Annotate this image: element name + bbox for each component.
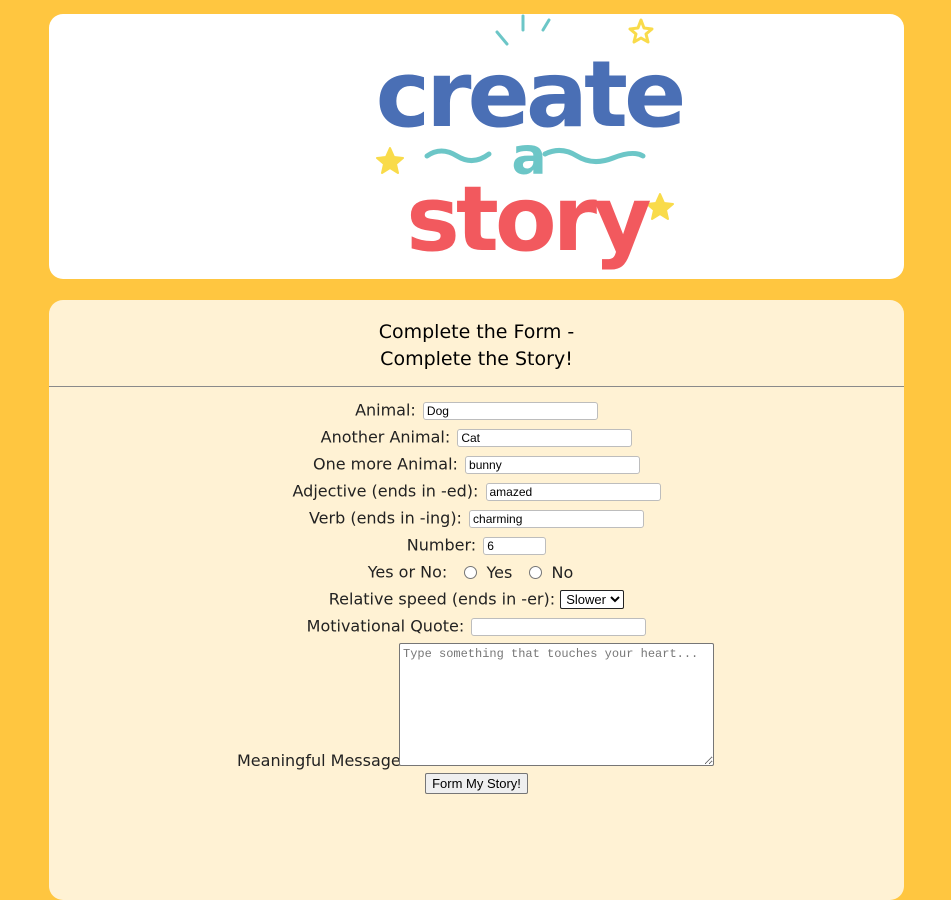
adjective-label: Adjective (ends in -ed): [292,481,479,501]
star-icon [628,18,654,44]
field-row-quote: Motivational Quote: [49,614,904,641]
field-row-one-more-animal: One more Animal: [49,452,904,479]
quote-input[interactable] [471,617,647,636]
field-row-number: Number: [49,533,904,560]
yes-radio[interactable] [464,566,478,580]
quote-label: Motivational Quote: [306,616,465,636]
message-textarea[interactable] [399,643,714,766]
field-row-verb: Verb (ends in -ing): [49,506,904,533]
divider [49,386,904,387]
one-more-animal-label: One more Animal: [312,454,458,474]
another-animal-label: Another Animal: [320,427,451,447]
animal-label: Animal: [355,400,416,420]
form-title-line2: Complete the Story! [380,348,573,370]
star-icon [376,147,404,174]
verb-input[interactable] [469,509,645,528]
no-radio[interactable] [529,566,543,580]
field-row-another-animal: Another Animal: [49,425,904,452]
field-row-adjective: Adjective (ends in -ed): [49,479,904,506]
header-banner: create a story [49,14,904,279]
form-title: Complete the Form - Complete the Story! [49,300,904,373]
speed-select[interactable]: Slower [560,590,625,609]
speed-label: Relative speed (ends in -er): [328,589,556,609]
adjective-input[interactable] [485,482,661,501]
verb-label: Verb (ends in -ing): [308,508,462,528]
yes-no-options: Yes No [464,560,585,585]
no-radio-label[interactable]: No [551,563,573,582]
field-row-message: Meaningful Message: [49,641,904,773]
one-more-animal-input[interactable] [465,455,641,474]
field-row-speed: Relative speed (ends in -er): Slower [49,587,904,614]
story-form: Animal: Another Animal: One more Animal:… [49,398,904,799]
message-label: Meaningful Message: [237,751,407,770]
number-label: Number: [406,535,477,555]
star-icon [646,193,674,220]
yes-radio-label[interactable]: Yes [486,563,512,582]
another-animal-input[interactable] [457,428,633,447]
field-row-yes-no: Yes or No: Yes No [49,560,904,587]
number-input[interactable] [483,536,547,555]
form-title-line1: Complete the Form - [378,321,575,343]
story-form-card: Complete the Form - Complete the Story! … [49,300,904,900]
logo-text-story: story [406,167,651,272]
yes-no-label: Yes or No: [367,562,448,582]
field-row-animal: Animal: [49,398,904,425]
submit-row: Form My Story! [49,773,904,799]
create-a-story-logo: create a story [369,14,689,279]
animal-input[interactable] [422,401,598,420]
form-my-story-button[interactable]: Form My Story! [425,773,528,794]
